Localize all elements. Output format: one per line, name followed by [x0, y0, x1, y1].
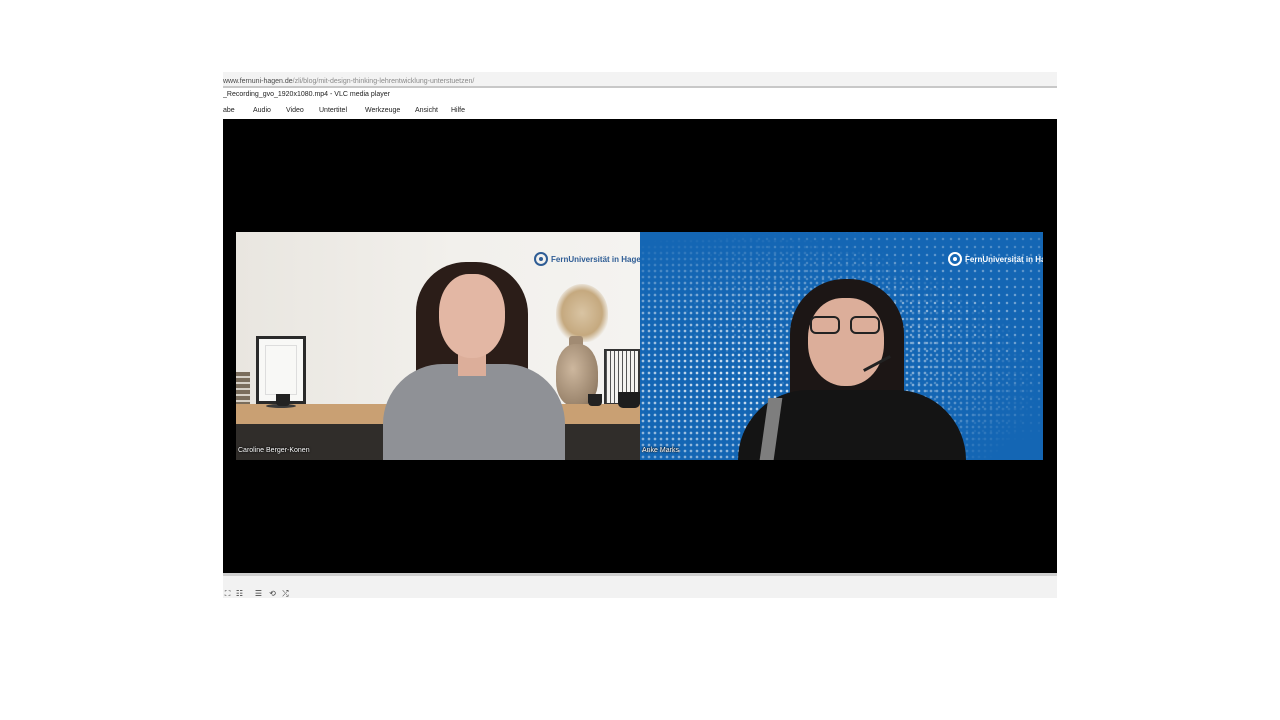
glasses — [810, 316, 882, 336]
fernuni-logo: FernUniversität in Hagen — [948, 252, 1043, 266]
shuffle-icon[interactable]: ⤮ — [281, 589, 290, 598]
playlist-icon[interactable]: ☰ — [254, 589, 263, 598]
url-domain: www.fernuni-hagen.de — [223, 78, 293, 85]
menu-item-hilfe[interactable]: Hilfe — [451, 107, 465, 114]
participant-tile-left: FernUniversität in Hagen Caroline Berger… — [236, 232, 640, 460]
menu-item-audio[interactable]: Audio — [253, 107, 271, 114]
logo-text: FernUniversität in Hagen — [965, 254, 1043, 264]
vlc-window: www.fernuni-hagen.de/zli/blog/mit-design… — [223, 72, 1057, 598]
glasses-lens — [810, 316, 840, 334]
menu-item-video[interactable]: Video — [286, 107, 304, 114]
fernuni-logo: FernUniversität in Hagen — [534, 252, 640, 266]
participant-name: Anke Marks — [642, 447, 679, 454]
fernuni-logo-icon — [534, 252, 548, 266]
books — [236, 372, 250, 406]
extended-settings-icon[interactable]: ☷ — [235, 589, 244, 598]
logo-text: FernUniversität in Hagen — [551, 254, 640, 264]
pampas-grass — [556, 284, 608, 342]
cup — [588, 394, 602, 406]
menu-item-abe[interactable]: abe — [223, 107, 235, 114]
browser-url-bar[interactable]: www.fernuni-hagen.de/zli/blog/mit-design… — [223, 72, 1057, 88]
fernuni-logo-icon — [948, 252, 962, 266]
cup — [618, 392, 640, 408]
menu-item-untertitel[interactable]: Untertitel — [319, 107, 347, 114]
control-bar: ⛶ ☷ ☰ ⟲ ⤮ — [223, 573, 1057, 598]
menu-item-werkzeuge[interactable]: Werkzeuge — [365, 107, 400, 114]
participant-name: Caroline Berger-Konen — [238, 447, 310, 454]
url-path: /zli/blog/mit-design-thinking-lehrentwic… — [292, 78, 475, 85]
loop-icon[interactable]: ⟲ — [268, 589, 277, 598]
person-body — [383, 364, 565, 460]
window-title: _Recording_gvo_1920x1080.mp4 - VLC media… — [223, 91, 390, 98]
video-area[interactable]: FernUniversität in Hagen Caroline Berger… — [223, 119, 1057, 573]
url-text[interactable]: www.fernuni-hagen.de/zli/blog/mit-design… — [223, 78, 474, 85]
person-face — [439, 274, 505, 358]
fullscreen-icon[interactable]: ⛶ — [223, 589, 232, 598]
picture-frame-inner — [265, 345, 297, 395]
glasses-lens — [850, 316, 880, 334]
cup — [276, 394, 290, 406]
menu-item-ansicht[interactable]: Ansicht — [415, 107, 438, 114]
person-face — [808, 298, 884, 386]
participant-tile-right: FernUniversität in Hagen Anke Marks — [640, 232, 1043, 460]
